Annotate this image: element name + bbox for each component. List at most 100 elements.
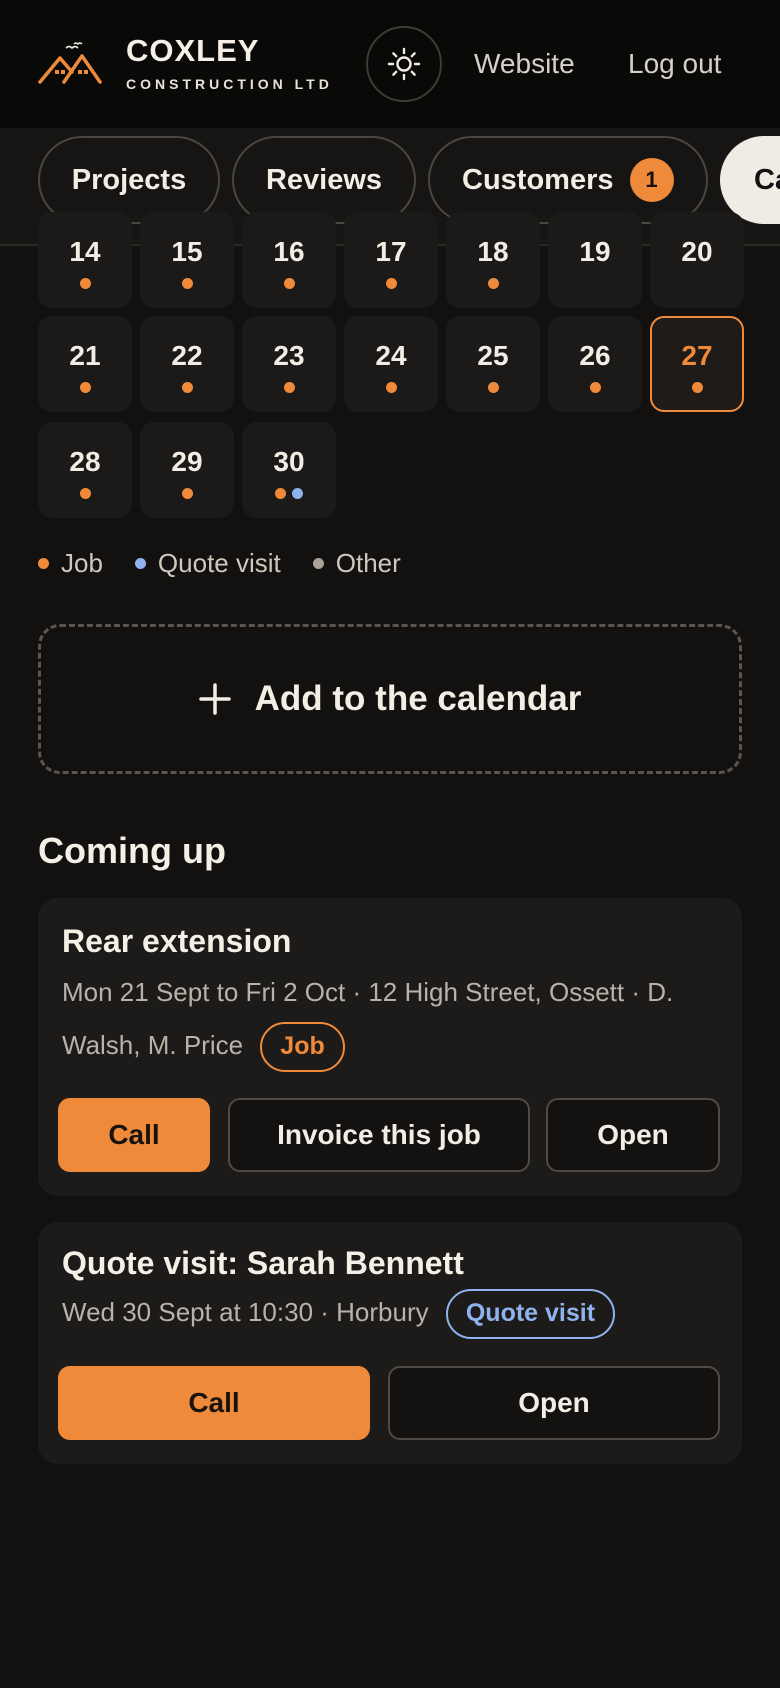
brand-logo[interactable]: COXLEY CONSTRUCTION LTD bbox=[38, 34, 333, 94]
nav-tab-customers[interactable]: Customers 1 bbox=[428, 136, 708, 224]
calendar-day-number: 15 bbox=[171, 236, 203, 267]
calendar-day[interactable]: 29 bbox=[140, 422, 234, 518]
calendar-day[interactable]: 17 bbox=[344, 212, 438, 308]
job-dot-icon bbox=[38, 558, 49, 569]
job-dot-icon bbox=[589, 382, 601, 393]
job-dot-icon bbox=[181, 382, 193, 393]
event-card-details: Wed 30 Sept at 10:30 · Horbury bbox=[62, 1297, 429, 1327]
brand-name: COXLEY bbox=[126, 33, 260, 68]
nav-tab-reviews[interactable]: Reviews bbox=[232, 136, 416, 224]
calendar-day[interactable]: 25 bbox=[446, 316, 540, 412]
calendar-day-number: 23 bbox=[273, 340, 305, 371]
calendar-day-number: 20 bbox=[681, 236, 713, 267]
calendar-day-dots bbox=[181, 488, 193, 500]
calendar-day-dots bbox=[589, 382, 601, 394]
add-to-calendar-label: Add to the calendar bbox=[254, 679, 582, 718]
calendar-day-dots bbox=[487, 278, 499, 290]
brand-subtitle: CONSTRUCTION LTD bbox=[126, 76, 333, 92]
call-button[interactable]: Call bbox=[58, 1098, 210, 1172]
calendar-day[interactable]: 23 bbox=[242, 316, 336, 412]
calendar-day-number: 28 bbox=[69, 446, 101, 477]
sun-icon bbox=[387, 47, 421, 81]
legend-label: Other bbox=[335, 548, 401, 578]
calendar-day[interactable]: 19 bbox=[548, 212, 642, 308]
event-card-title: Quote visit: Sarah Bennett bbox=[62, 1245, 464, 1281]
job-dot-icon bbox=[275, 488, 286, 499]
calendar-day[interactable]: 22 bbox=[140, 316, 234, 412]
calendar-week-row: 14 15 16 17 18 19 20 bbox=[38, 212, 744, 308]
calendar-day[interactable]: 16 bbox=[242, 212, 336, 308]
calendar-day-number: 14 bbox=[69, 236, 101, 267]
calendar-legend: Job Quote visit Other bbox=[38, 548, 433, 579]
calendar-day-dots bbox=[275, 488, 303, 500]
calendar-day[interactable]: 14 bbox=[38, 212, 132, 308]
job-dot-icon bbox=[79, 488, 91, 499]
calendar-day[interactable]: 21 bbox=[38, 316, 132, 412]
job-dot-icon bbox=[79, 278, 91, 289]
event-card-details: Mon 21 Sept to Fri 2 Oct · 12 High Stree… bbox=[62, 977, 674, 1060]
top-header: COXLEY CONSTRUCTION LTD Website Log out bbox=[0, 0, 780, 128]
calendar-day[interactable]: 28 bbox=[38, 422, 132, 518]
calendar-week-row: 21 22 23 24 25 26 27 bbox=[38, 316, 744, 412]
add-to-calendar-button[interactable]: Add to the calendar bbox=[38, 624, 742, 774]
calendar-day-dots bbox=[181, 278, 193, 290]
calendar-day-dots bbox=[181, 382, 193, 394]
event-type-tag: Job bbox=[260, 1022, 345, 1073]
job-dot-icon bbox=[283, 278, 295, 289]
call-button[interactable]: Call bbox=[58, 1366, 370, 1440]
calendar-day-number: 26 bbox=[579, 340, 611, 371]
job-dot-icon bbox=[181, 278, 193, 289]
job-dot-icon bbox=[385, 382, 397, 393]
calendar-week-row: 28 29 30 bbox=[38, 422, 742, 518]
calendar-day[interactable]: 18 bbox=[446, 212, 540, 308]
calendar-day[interactable]: 15 bbox=[140, 212, 234, 308]
other-dot-icon bbox=[312, 558, 324, 569]
calendar-day-number: 25 bbox=[477, 340, 509, 371]
calendar-day-dots bbox=[385, 382, 397, 394]
event-card-meta: Mon 21 Sept to Fri 2 Oct · 12 High Stree… bbox=[62, 966, 718, 1073]
event-card-title: Rear extension bbox=[62, 923, 292, 959]
calendar-day-number: 22 bbox=[171, 340, 203, 371]
calendar-day-dots bbox=[385, 278, 397, 290]
legend-item-quote: Quote visit bbox=[134, 548, 281, 579]
calendar-day[interactable]: 26 bbox=[548, 316, 642, 412]
calendar-day-today[interactable]: 27 bbox=[650, 316, 744, 412]
event-card-rear-extension: Rear extension Mon 21 Sept to Fri 2 Oct … bbox=[38, 898, 742, 1196]
quote-dot-icon bbox=[292, 488, 303, 499]
calendar-day-number: 21 bbox=[69, 340, 101, 371]
event-type-tag: Quote visit bbox=[445, 1289, 616, 1340]
open-button[interactable]: Open bbox=[388, 1366, 720, 1440]
website-link[interactable]: Website bbox=[474, 46, 575, 82]
quote-dot-icon bbox=[134, 558, 146, 569]
job-dot-icon bbox=[181, 488, 193, 499]
calendar-day-number: 17 bbox=[375, 236, 407, 267]
calendar-day-dots bbox=[691, 382, 703, 394]
legend-label: Quote visit bbox=[157, 548, 281, 578]
calendar-day-number: 24 bbox=[375, 340, 407, 371]
calendar-day[interactable]: 20 bbox=[650, 212, 744, 308]
calendar-day[interactable]: 30 bbox=[242, 422, 336, 518]
brand-text: COXLEY CONSTRUCTION LTD bbox=[126, 34, 333, 94]
calendar-day[interactable]: 24 bbox=[344, 316, 438, 412]
nav-tab-projects[interactable]: Projects bbox=[38, 136, 220, 224]
logout-link[interactable]: Log out bbox=[628, 46, 721, 82]
legend-item-job: Job bbox=[38, 548, 103, 579]
calendar-day-dots bbox=[283, 382, 295, 394]
calendar-day-number: 18 bbox=[477, 236, 509, 267]
job-dot-icon bbox=[487, 382, 499, 393]
calendar-day-number: 19 bbox=[579, 236, 611, 267]
open-button[interactable]: Open bbox=[546, 1098, 720, 1172]
nav-tab-calendar[interactable]: Ca bbox=[720, 136, 780, 224]
calendar-day-number: 16 bbox=[273, 236, 305, 267]
job-dot-icon bbox=[79, 382, 91, 393]
coming-up-heading: Coming up bbox=[38, 830, 226, 871]
invoice-job-button[interactable]: Invoice this job bbox=[228, 1098, 530, 1172]
theme-toggle-button[interactable] bbox=[366, 26, 442, 102]
legend-item-other: Other bbox=[312, 548, 401, 579]
job-dot-icon bbox=[691, 382, 703, 393]
calendar-day-dots bbox=[79, 278, 91, 290]
calendar-day-dots bbox=[79, 382, 91, 394]
legend-label: Job bbox=[61, 548, 103, 578]
calendar-day-number: 30 bbox=[273, 446, 305, 477]
calendar-day-number: 27 bbox=[681, 340, 713, 371]
